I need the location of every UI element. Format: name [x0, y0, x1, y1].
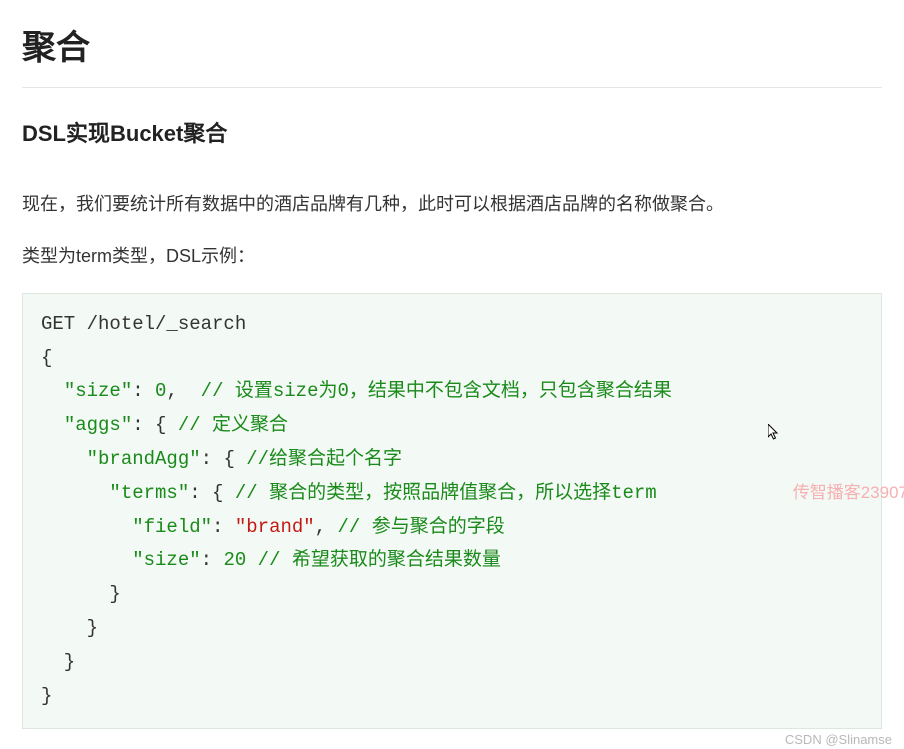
code-line: }	[41, 617, 98, 639]
paragraph-2: 类型为term类型，DSL示例：	[22, 240, 882, 272]
paragraph-1: 现在，我们要统计所有数据中的酒店品牌有几种，此时可以根据酒店品牌的名称做聚合。	[22, 188, 882, 220]
code-line: {	[41, 347, 52, 369]
footer-credit: CSDN @Slinamse	[785, 732, 892, 747]
divider	[22, 87, 882, 88]
section-title: DSL实现Bucket聚合	[22, 116, 882, 148]
page-title: 聚合	[22, 20, 882, 69]
code-line: }	[41, 651, 75, 673]
code-block: GET /hotel/_search { "size": 0, // 设置siz…	[22, 293, 882, 729]
code-line: GET /hotel/_search	[41, 313, 246, 335]
code-line: }	[41, 583, 121, 605]
code-line: }	[41, 685, 52, 707]
